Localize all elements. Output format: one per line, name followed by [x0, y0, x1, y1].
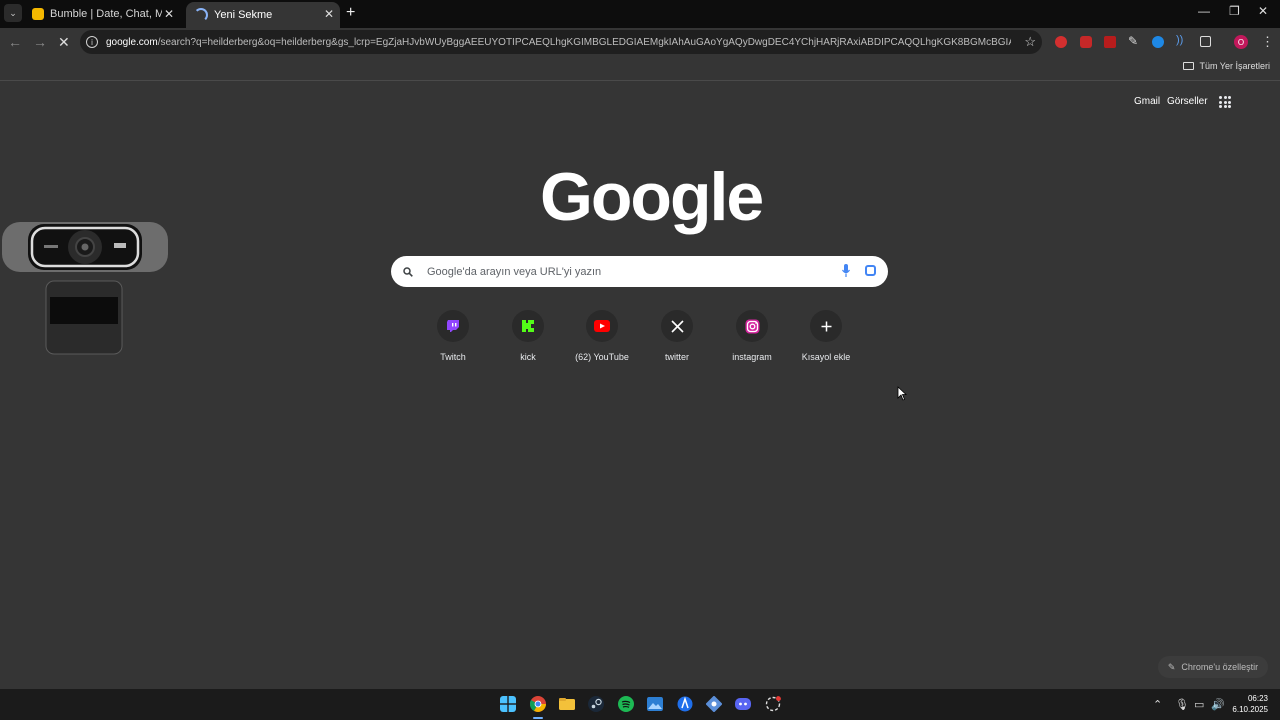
chrome-icon[interactable] [530, 696, 546, 712]
photos-icon[interactable] [647, 696, 663, 712]
tab-close-icon[interactable]: ✕ [164, 7, 174, 21]
windows-taskbar: ⌃ 🎙 ▭ 🔊 06:23 6.10.2025 [0, 689, 1280, 720]
close-window-icon[interactable]: ✕ [1258, 4, 1268, 18]
loading-spinner-icon [194, 8, 208, 22]
customize-chrome-button[interactable]: ✎ Chrome'u özelleştir [1158, 656, 1268, 678]
search-box[interactable] [391, 256, 888, 287]
twitch-icon [437, 310, 469, 342]
minimize-icon[interactable]: — [1198, 4, 1210, 18]
youtube-icon [586, 310, 618, 342]
forward-icon[interactable]: → [33, 34, 47, 50]
google-lens-icon[interactable] [865, 265, 876, 276]
extension-tools-icon[interactable] [1104, 36, 1116, 48]
new-tab-button[interactable]: + [346, 5, 355, 21]
pencil-icon: ✎ [1167, 661, 1176, 672]
tab-strip: ⌄ Bumble | Date, Chat, Meet New ✕ Yeni S… [0, 0, 1280, 28]
volume-icon[interactable]: 🔊 [1211, 698, 1225, 711]
extension-wave-icon[interactable]: )) [1176, 34, 1188, 46]
discord-icon[interactable] [735, 696, 751, 712]
extension-red-drop-icon[interactable] [1055, 36, 1067, 48]
tab-close-icon[interactable]: ✕ [324, 7, 334, 21]
extension-blue-icon[interactable] [1152, 36, 1164, 48]
app-dashed-ring-icon[interactable] [765, 696, 781, 712]
tab-title: Yeni Sekme [214, 9, 273, 21]
customize-chrome-label: Chrome'u özelleştir [1181, 662, 1259, 672]
tab-title: Bumble | Date, Chat, Meet New [50, 8, 162, 20]
shortcut-label: Twitch [440, 352, 466, 362]
clock-date: 6.10.2025 [1232, 705, 1268, 714]
tab-new-tab[interactable]: Yeni Sekme ✕ [186, 2, 340, 28]
x-icon [661, 310, 693, 342]
clock-time: 06:23 [1247, 694, 1268, 703]
webcam-image [2, 222, 168, 355]
eyedropper-icon[interactable]: ✎ [1128, 34, 1140, 48]
voice-search-icon[interactable] [842, 264, 850, 278]
all-bookmarks-button[interactable]: Tüm Yer İşaretleri [1183, 61, 1270, 71]
shortcut-label: Kısayol ekle [801, 352, 851, 362]
active-app-indicator [533, 717, 543, 719]
bookmarks-bar: Tüm Yer İşaretleri [0, 56, 1280, 81]
shortcut-instagram[interactable]: instagram [712, 310, 792, 362]
shortcut-label: twitter [664, 352, 689, 362]
gmail-link[interactable]: Gmail [1134, 96, 1160, 107]
search-icon [403, 266, 413, 277]
network-monitor-icon[interactable]: ▭ [1194, 698, 1204, 711]
menu-kebab-icon[interactable]: ⋮ [1261, 34, 1274, 50]
microphone-icon[interactable]: 🎙 [1175, 698, 1189, 711]
search-input[interactable] [425, 264, 809, 279]
tab-search-button[interactable]: ⌄ [4, 4, 22, 22]
shortcut-twitch[interactable]: Twitch [413, 310, 493, 362]
stop-loading-icon[interactable]: ✕ [58, 34, 70, 51]
shortcut-add[interactable]: Kısayol ekle [786, 310, 866, 362]
browser-toolbar: ← → ✕ i google.com/search?q=heilderberg&… [0, 28, 1280, 56]
taskbar-clock[interactable]: 06:23 6.10.2025 [1232, 693, 1268, 715]
shortcut-twitter[interactable]: twitter [637, 310, 717, 362]
spotify-icon[interactable] [618, 696, 634, 712]
site-info-icon[interactable]: i [86, 36, 98, 48]
url-domain: google.com [106, 36, 158, 48]
all-bookmarks-label: Tüm Yer İşaretleri [1199, 61, 1270, 71]
restore-icon[interactable]: ❐ [1229, 4, 1240, 18]
show-hidden-icons-chevron-icon[interactable]: ⌃ [1153, 698, 1162, 711]
windows-start-icon[interactable] [500, 696, 516, 712]
extension-block-icon[interactable] [1080, 36, 1092, 48]
shortcut-label: instagram [732, 352, 772, 362]
instagram-icon [736, 310, 768, 342]
shortcut-youtube[interactable]: (62) YouTube [562, 310, 642, 362]
tab-bumble[interactable]: Bumble | Date, Chat, Meet New ✕ [26, 2, 180, 26]
file-explorer-icon[interactable] [559, 696, 575, 712]
profile-avatar[interactable]: O [1234, 35, 1248, 49]
extensions-puzzle-icon[interactable] [1200, 36, 1211, 47]
bookmark-star-icon[interactable]: ☆ [1024, 34, 1036, 50]
plus-icon [810, 310, 842, 342]
address-bar[interactable]: i google.com/search?q=heilderberg&oq=hei… [80, 30, 1042, 54]
back-icon[interactable]: ← [8, 34, 22, 50]
folder-icon [1183, 62, 1195, 70]
mouse-cursor-icon [897, 386, 907, 401]
steam-icon[interactable] [588, 696, 604, 712]
url-path: /search?q=heilderberg&oq=heilderberg&gs_… [157, 36, 1011, 48]
google-logo: Google [540, 159, 764, 235]
app-blue-icon[interactable] [677, 696, 693, 712]
images-link[interactable]: Görseller [1167, 96, 1208, 107]
shortcut-kick[interactable]: kick [488, 310, 568, 362]
kick-icon [512, 310, 544, 342]
shortcut-label: (62) YouTube [575, 352, 629, 362]
shortcut-label: kick [520, 352, 536, 362]
google-apps-icon[interactable] [1219, 96, 1231, 108]
url-text[interactable]: google.com/search?q=heilderberg&oq=heild… [106, 37, 1011, 48]
network-app-icon[interactable] [706, 696, 722, 712]
bumble-favicon-icon [32, 8, 44, 20]
